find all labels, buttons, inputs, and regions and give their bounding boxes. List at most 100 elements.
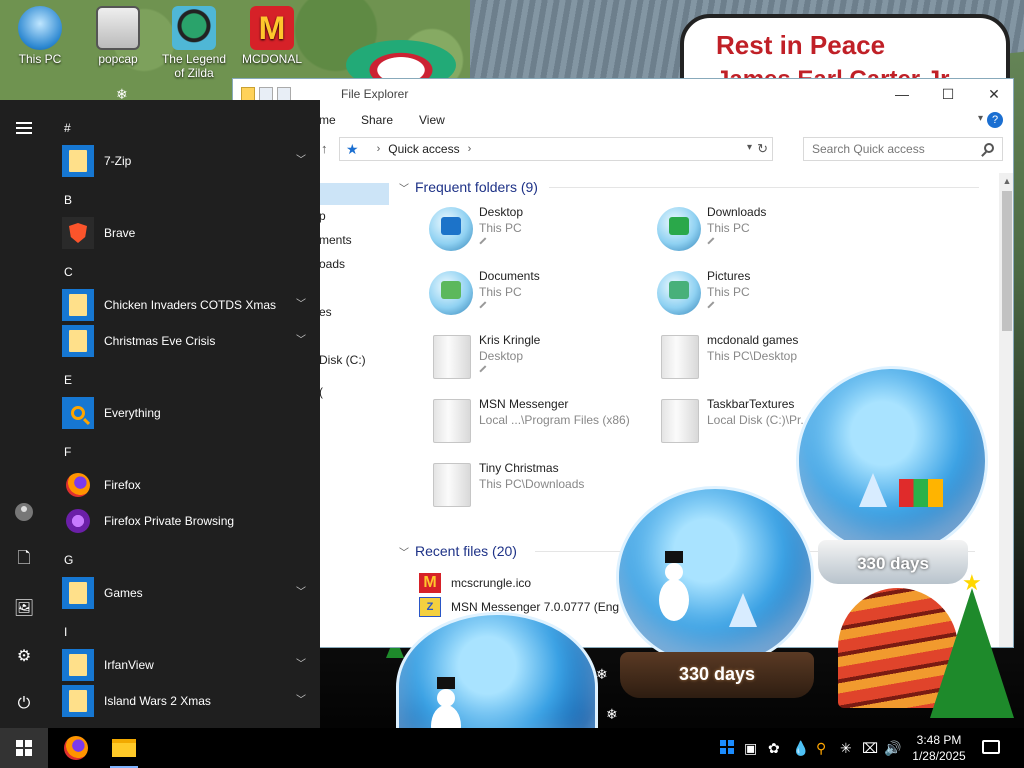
folder-item-downloads[interactable]: Downloads This PC	[657, 205, 877, 265]
chevron-down-icon: ﹀	[296, 659, 306, 670]
app-firefox-private[interactable]: Firefox Private Browsing	[62, 504, 308, 538]
nav-item-desktop[interactable]: p	[319, 209, 326, 223]
app-firefox[interactable]: Firefox	[62, 468, 308, 502]
up-arrow-icon[interactable]: ↑	[321, 141, 328, 156]
app-games[interactable]: Games ﹀	[62, 576, 308, 610]
nav-item-documents[interactable]: ments	[319, 233, 352, 247]
scrollbar-thumb[interactable]	[1002, 191, 1012, 331]
folder-name: Tiny Christmas	[479, 461, 559, 475]
desktop-icon-zilda[interactable]: The Legend of Zilda	[156, 2, 232, 80]
help-icon[interactable]: ?	[987, 112, 1003, 128]
section-letter-g[interactable]: G	[64, 553, 73, 567]
section-letter-f[interactable]: F	[64, 445, 71, 459]
section-letter-e[interactable]: E	[64, 373, 72, 387]
folder-item-msn-messenger[interactable]: MSN Messenger Local ...\Program Files (x…	[429, 397, 649, 457]
settings-icon[interactable]: ⚙	[0, 634, 48, 678]
app-christmas-eve-crisis[interactable]: Christmas Eve Crisis ﹀	[62, 324, 308, 358]
chevron-down-icon: ﹀	[296, 155, 306, 166]
power-icon[interactable]: ⏻	[0, 682, 48, 726]
taskbar-file-explorer[interactable]	[100, 728, 148, 768]
address-bar[interactable]: ★ › Quick access › ▾ ↻	[339, 137, 773, 161]
hamburger-menu-icon[interactable]	[0, 106, 48, 150]
notifications-icon[interactable]	[982, 740, 1000, 754]
pictures-icon[interactable]: 🖼	[0, 586, 48, 630]
new-folder-icon[interactable]	[277, 87, 291, 101]
breadcrumb-quick-access[interactable]: Quick access	[388, 142, 459, 156]
folder-item-desktop[interactable]: Desktop This PC	[429, 205, 649, 265]
tab-share[interactable]: Share	[361, 113, 393, 127]
ribbon-tabs: me Share View ▾ ?	[233, 109, 1013, 133]
app-irfanview[interactable]: IrfanView ﹀	[62, 648, 308, 682]
folder-item-tiny-christmas[interactable]: Tiny Christmas This PC\Downloads	[429, 461, 649, 521]
desktop-icon-popcap[interactable]: popcap	[80, 2, 156, 66]
app-chicken-invaders[interactable]: Chicken Invaders COTDS Xmas ﹀	[62, 288, 308, 322]
folder-name: mcdonald games	[707, 333, 799, 347]
folder-item-pictures[interactable]: Pictures This PC	[657, 269, 877, 329]
app-island-wars[interactable]: Island Wars 2 Xmas ﹀	[62, 684, 308, 718]
tray-app-icon[interactable]: ▣	[744, 740, 757, 757]
breadcrumb-chevron-icon[interactable]: ›	[468, 143, 472, 155]
section-divider	[549, 187, 979, 188]
properties-icon[interactable]	[259, 87, 273, 101]
search-input[interactable]: Search Quick access	[803, 137, 1003, 161]
tray-windows-icon[interactable]	[720, 740, 734, 754]
section-letter-b[interactable]: B	[64, 193, 72, 207]
section-letter-c[interactable]: C	[64, 265, 73, 279]
collapse-chevron-icon: ﹀	[399, 548, 409, 559]
start-button[interactable]	[0, 728, 48, 768]
app-everything[interactable]: Everything	[62, 396, 308, 430]
tray-drop-icon[interactable]: 💧	[792, 740, 809, 757]
section-letter-hash[interactable]: #	[64, 121, 71, 135]
folder-name: Pictures	[707, 269, 751, 283]
firefox-icon	[64, 736, 88, 760]
nav-item-pictures[interactable]: es	[319, 305, 332, 319]
scroll-up-arrow-icon[interactable]: ▲	[999, 173, 1013, 189]
tab-view[interactable]: View	[419, 113, 445, 127]
snow-globe-snowman	[616, 486, 814, 668]
vertical-scrollbar[interactable]: ▲	[999, 173, 1013, 647]
mcdonalds-icon: M	[419, 573, 441, 593]
frequent-folders-header[interactable]: ﹀ Frequent folders (9)	[399, 179, 538, 195]
nav-item-local-disk[interactable]: Disk (C:)	[319, 353, 366, 367]
tab-home[interactable]: me	[319, 113, 336, 127]
tray-bug-icon[interactable]: ✿	[768, 740, 780, 757]
christmas-tree-icon	[930, 588, 1014, 718]
taskbar-firefox[interactable]	[52, 728, 100, 768]
folder-location: Local ...\Program Files (x86)	[479, 413, 630, 427]
desktop-icon-mcdonal[interactable]: M MCDONAL	[234, 2, 310, 66]
pin-icon	[479, 365, 491, 377]
folder-item-documents[interactable]: Documents This PC	[429, 269, 649, 329]
title-bar[interactable]: File Explorer — ☐ ✕	[233, 79, 1013, 109]
top-hat-icon	[437, 677, 455, 689]
section-letter-i[interactable]: I	[64, 625, 67, 639]
tray-star-icon[interactable]: ✳	[840, 740, 852, 757]
app-label: Island Wars 2 Xmas	[104, 694, 211, 708]
tray-search-icon[interactable]: ⚲	[816, 740, 826, 757]
folder-location: This PC	[707, 221, 750, 235]
address-dropdown-chevron-icon[interactable]: ▾	[747, 142, 752, 153]
documents-icon[interactable]: 🗋	[0, 538, 48, 582]
app-label: Brave	[104, 226, 136, 240]
app-label: Firefox Private Browsing	[104, 514, 235, 528]
nav-item-downloads[interactable]: oads	[319, 257, 345, 271]
maximize-button[interactable]: ☐	[925, 79, 971, 109]
folder-location: This PC\Desktop	[707, 349, 798, 363]
brave-icon	[62, 217, 94, 249]
network-icon[interactable]: ⌧	[862, 740, 878, 757]
folder-icon	[661, 335, 699, 379]
volume-icon[interactable]: 🔊	[884, 740, 901, 757]
close-button[interactable]: ✕	[971, 79, 1013, 109]
taskbar-clock[interactable]: 3:48 PM 1/28/2025	[904, 732, 974, 764]
desktop-icon-this-pc[interactable]: This PC	[2, 2, 78, 66]
minimize-button[interactable]: —	[879, 79, 925, 109]
app-7-zip[interactable]: 7-Zip ﹀	[62, 144, 308, 178]
app-brave[interactable]: Brave	[62, 216, 308, 250]
recent-files-header[interactable]: ﹀ Recent files (20)	[399, 543, 517, 559]
pin-icon	[479, 301, 491, 313]
user-account-button[interactable]	[0, 490, 48, 534]
refresh-icon[interactable]: ↻	[757, 141, 768, 157]
expand-ribbon-chevron-icon[interactable]: ▾	[978, 113, 983, 124]
folder-location: This PC	[479, 285, 522, 299]
breadcrumb-chevron-icon[interactable]: ›	[377, 143, 381, 155]
folder-item-kris-kringle[interactable]: Kris Kringle Desktop	[429, 333, 649, 393]
